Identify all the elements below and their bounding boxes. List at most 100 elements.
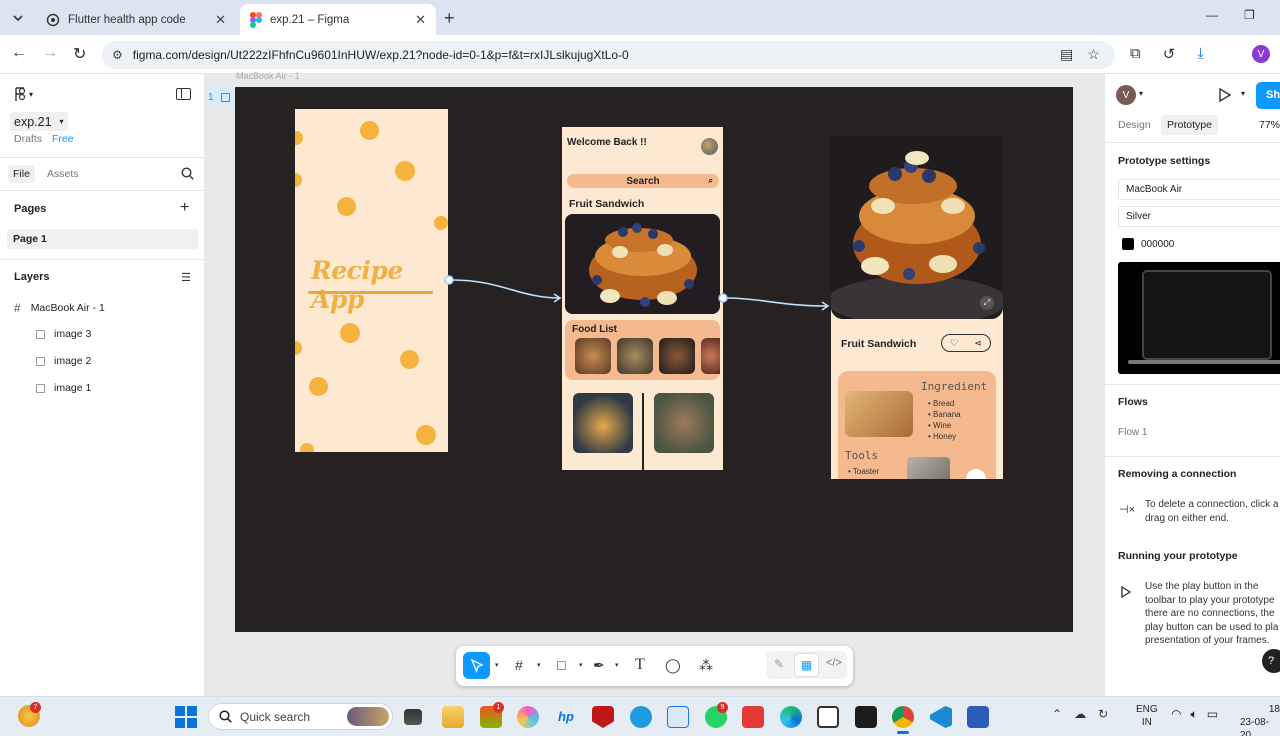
expand-icon[interactable]: ⤢ [980, 296, 994, 310]
clipboard-icon[interactable]: ▤ [1060, 46, 1073, 63]
close-icon[interactable]: ✕ [415, 12, 426, 28]
main-menu-button[interactable]: ▾ [14, 87, 33, 102]
tab-assets[interactable]: Assets [47, 168, 79, 180]
model-select[interactable]: Silver [1118, 206, 1280, 227]
volume-icon[interactable]: 🔈︎ [1190, 707, 1197, 722]
hero-image[interactable]: ⤢ [831, 136, 1003, 319]
task-view-icon[interactable] [404, 709, 422, 725]
panel-toggle-icon[interactable] [176, 88, 191, 100]
onedrive-icon[interactable]: ☁ [1074, 707, 1086, 721]
layer-image-3[interactable]: image 3 [36, 328, 91, 340]
clock[interactable]: 18 23-08-20 [1240, 703, 1280, 736]
user-avatar[interactable]: V [1116, 85, 1136, 105]
zoom-level[interactable]: 77% [1259, 119, 1280, 131]
search-icon[interactable] [181, 167, 194, 180]
plan-badge[interactable]: Free [52, 133, 74, 145]
food-list-card[interactable]: Food List [565, 320, 720, 380]
food-thumb[interactable] [617, 338, 653, 374]
layer-image-1[interactable]: image 1 [36, 382, 91, 394]
comment-tool-icon[interactable]: ◯ [665, 657, 699, 674]
tab-figma[interactable]: exp.21 – Figma ✕ [240, 4, 436, 35]
food-thumb[interactable] [575, 338, 611, 374]
chevron-down-icon[interactable]: ▾ [495, 661, 515, 669]
chevron-up-icon[interactable]: ⌃ [1052, 707, 1062, 721]
taskbar-search[interactable]: Quick search [208, 703, 393, 730]
close-icon[interactable]: ✕ [215, 12, 226, 28]
recipe-thumb[interactable] [573, 393, 633, 453]
shape-tool-icon[interactable]: □ [557, 657, 579, 673]
bookmark-star-icon[interactable]: ☆ [1087, 46, 1100, 63]
add-page-icon[interactable]: + [180, 199, 189, 217]
background-color[interactable]: 000000 [1122, 238, 1174, 250]
forward-icon[interactable]: → [42, 44, 58, 62]
chevron-down-icon[interactable]: ▾ [615, 661, 635, 669]
back-icon[interactable]: ← [11, 44, 27, 62]
profile-avatar[interactable]: V [1252, 45, 1270, 63]
tab-prototype[interactable]: Prototype [1161, 115, 1218, 135]
move-tool-button[interactable] [463, 652, 490, 679]
tab-design[interactable]: Design [1118, 119, 1151, 131]
flow-item[interactable]: Flow 1 [1118, 427, 1147, 438]
share-icon[interactable]: ⋖ [974, 338, 982, 349]
new-tab-button[interactable]: + [444, 8, 455, 29]
media-player-icon[interactable] [817, 706, 839, 728]
chrome-icon[interactable] [892, 706, 914, 728]
design-mode-icon[interactable]: ▦ [794, 653, 819, 677]
tab-list-button[interactable] [8, 8, 28, 28]
address-bar[interactable]: ⚙ figma.com/design/Ut222zIFhfnCu9601InHU… [102, 41, 1115, 69]
flow-start-badge[interactable]: 1 [205, 88, 235, 106]
edge-icon[interactable] [780, 706, 802, 728]
hp-icon[interactable]: hp [555, 706, 577, 728]
copilot-icon[interactable] [517, 706, 539, 728]
layers-list-icon[interactable]: ☰ [181, 271, 191, 284]
site-info-icon[interactable]: ⚙ [112, 48, 123, 62]
wps-icon[interactable] [742, 706, 764, 728]
help-button[interactable]: ? [1262, 649, 1280, 673]
layer-frame[interactable]: # MacBook Air - 1 [14, 301, 105, 315]
dev-mode-icon[interactable]: </> [826, 657, 842, 669]
help-app-icon[interactable] [630, 706, 652, 728]
screen-detail[interactable]: ⤢ Fruit Sandwich ♡ ⋖ Ingredient • Bread … [831, 136, 1003, 479]
drafts-label[interactable]: Drafts [14, 133, 42, 145]
download-icon[interactable]: ⤓ [1197, 45, 1204, 63]
tab-file[interactable]: File [8, 165, 35, 183]
chevron-down-icon[interactable]: ▾ [1241, 89, 1245, 98]
draw-mode-icon[interactable]: ✎ [774, 657, 784, 671]
start-button[interactable] [175, 706, 197, 728]
present-icon[interactable] [1219, 88, 1231, 102]
battery-icon[interactable]: ▭ [1207, 707, 1218, 722]
screen-splash[interactable]: Recipe App [295, 109, 448, 452]
food-thumb[interactable] [701, 338, 720, 374]
color-swatch[interactable] [1122, 238, 1134, 250]
next-arrow-icon[interactable]: → [966, 469, 986, 479]
chevron-down-icon[interactable]: ▾ [1139, 89, 1143, 98]
share-button[interactable]: Sha [1256, 82, 1280, 109]
prototype-connections[interactable] [440, 270, 840, 320]
tab-flutter[interactable]: Flutter health app code ✕ [36, 4, 236, 35]
file-explorer-icon[interactable] [442, 706, 464, 728]
page-item[interactable]: Page 1 [7, 229, 198, 249]
chevron-down-icon[interactable]: ▾ [537, 661, 557, 669]
food-thumb[interactable] [659, 338, 695, 374]
search-bar[interactable]: Search ⌕ [567, 174, 719, 188]
layer-image-2[interactable]: image 2 [36, 355, 91, 367]
minimize-icon[interactable]: — [1206, 8, 1218, 22]
recipe-thumb[interactable] [654, 393, 714, 453]
heart-icon[interactable]: ♡ [950, 338, 958, 349]
sync-icon[interactable]: ↻ [1098, 707, 1108, 721]
snipping-icon[interactable] [667, 706, 689, 728]
pen-tool-icon[interactable]: ✒ [593, 657, 615, 674]
actions-icon[interactable]: ⁂ [699, 657, 729, 674]
frame-label[interactable]: MacBook Air - 1 [236, 71, 300, 81]
device-select[interactable]: MacBook Air [1118, 179, 1280, 200]
frame-tool-icon[interactable]: # [515, 657, 537, 673]
language-indicator[interactable]: ENG IN [1136, 703, 1158, 729]
word-icon[interactable] [967, 706, 989, 728]
color-hex[interactable]: 000000 [1141, 239, 1174, 250]
avatar[interactable] [701, 138, 718, 155]
terminal-icon[interactable] [855, 706, 877, 728]
action-pill[interactable]: ♡ ⋖ [941, 334, 991, 352]
reload-icon[interactable]: ↻ [73, 44, 86, 64]
history-icon[interactable]: ↺ [1163, 45, 1176, 63]
chevron-down-icon[interactable]: ▾ [579, 661, 593, 669]
